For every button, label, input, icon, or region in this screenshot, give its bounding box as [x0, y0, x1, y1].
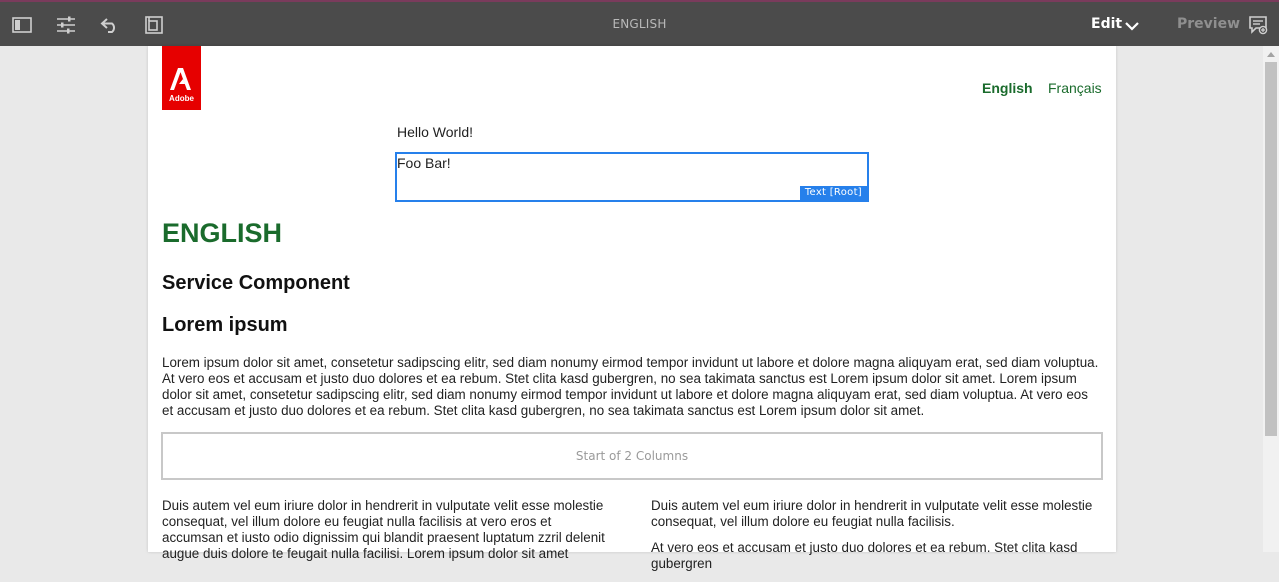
- scroll-thumb[interactable]: [1265, 62, 1277, 436]
- vertical-scrollbar[interactable]: [1263, 46, 1279, 552]
- columns-placeholder-label: Start of 2 Columns: [575, 449, 689, 463]
- scroll-up-arrow-icon[interactable]: [1267, 52, 1275, 57]
- logo-text: Adobe: [169, 94, 194, 103]
- page-canvas: Adobe English Français Hello World! Foo …: [148, 46, 1116, 571]
- chevron-down-icon[interactable]: [1125, 18, 1139, 36]
- column-left-paragraph: Duis autem vel eum iriure dolor in hendr…: [162, 498, 605, 561]
- language-link-english[interactable]: English: [982, 80, 1033, 96]
- annotations-icon[interactable]: [1247, 14, 1269, 36]
- column-right-paragraph: At vero eos et accusam et justo duo dolo…: [651, 540, 1078, 571]
- column-right-paragraph: Duis autem vel eum iriure dolor in hendr…: [651, 498, 1093, 529]
- preview-button[interactable]: Preview: [1177, 16, 1240, 32]
- heading-lorem-ipsum[interactable]: Lorem ipsum: [162, 314, 288, 337]
- heading-service-component[interactable]: Service Component: [162, 272, 350, 295]
- adobe-logo-icon: [170, 68, 191, 90]
- component-badge: Text [Root]: [799, 186, 867, 200]
- text-component-editor[interactable]: Foo Bar! Text [Root]: [395, 152, 869, 202]
- lorem-paragraph[interactable]: Lorem ipsum dolor sit amet, consetetur s…: [162, 355, 1102, 419]
- editor-toolbar: ENGLISH Edit Preview: [0, 0, 1279, 46]
- mode-selector-label[interactable]: Edit: [1091, 16, 1122, 32]
- heading-english[interactable]: ENGLISH: [162, 218, 282, 249]
- column-right[interactable]: Duis autem vel eum iriure dolor in hendr…: [651, 498, 1101, 582]
- adobe-logo[interactable]: Adobe: [162, 46, 201, 110]
- text-component-value[interactable]: Foo Bar!: [397, 155, 451, 171]
- page-title: ENGLISH: [612, 17, 667, 31]
- language-link-french[interactable]: Français: [1048, 80, 1102, 96]
- hello-text[interactable]: Hello World!: [397, 124, 473, 140]
- columns-placeholder[interactable]: Start of 2 Columns: [161, 432, 1103, 480]
- column-left[interactable]: Duis autem vel eum iriure dolor in hendr…: [162, 498, 612, 572]
